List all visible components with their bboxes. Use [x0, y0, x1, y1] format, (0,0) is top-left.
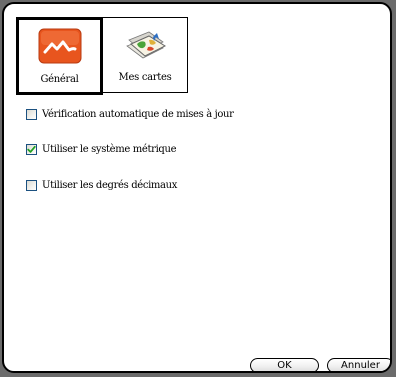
preferences-toolbar: Général Mes cartes [16, 17, 188, 95]
checkmark-icon [27, 145, 36, 153]
option-auto-update[interactable]: Vérification automatique de mises à jour [26, 107, 234, 121]
options-list: Vérification automatique de mises à jour… [26, 107, 234, 213]
tab-general[interactable]: Général [16, 17, 103, 95]
general-settings-icon [38, 28, 81, 64]
tab-general-label: Général [40, 74, 79, 85]
tab-my-maps[interactable]: Mes cartes [103, 17, 188, 93]
option-decimal-degrees[interactable]: Utiliser les degrés décimaux [26, 178, 234, 192]
auto-update-label: Vérification automatique de mises à jour [42, 108, 234, 120]
tab-my-maps-label: Mes cartes [118, 72, 172, 83]
ok-button[interactable]: OK [250, 358, 319, 371]
decimal-degrees-checkbox[interactable] [26, 179, 37, 191]
auto-update-checkbox[interactable] [26, 108, 37, 120]
map-folder-icon [126, 31, 167, 59]
metric-system-label: Utiliser le système métrique [42, 143, 177, 155]
metric-system-checkbox[interactable] [26, 143, 37, 155]
preferences-window: Général Mes cartes Vérification automati… [2, 2, 392, 373]
cancel-button[interactable]: Annuler [327, 358, 390, 371]
option-metric-system[interactable]: Utiliser le système métrique [26, 142, 234, 156]
decimal-degrees-label: Utiliser les degrés décimaux [42, 179, 178, 191]
